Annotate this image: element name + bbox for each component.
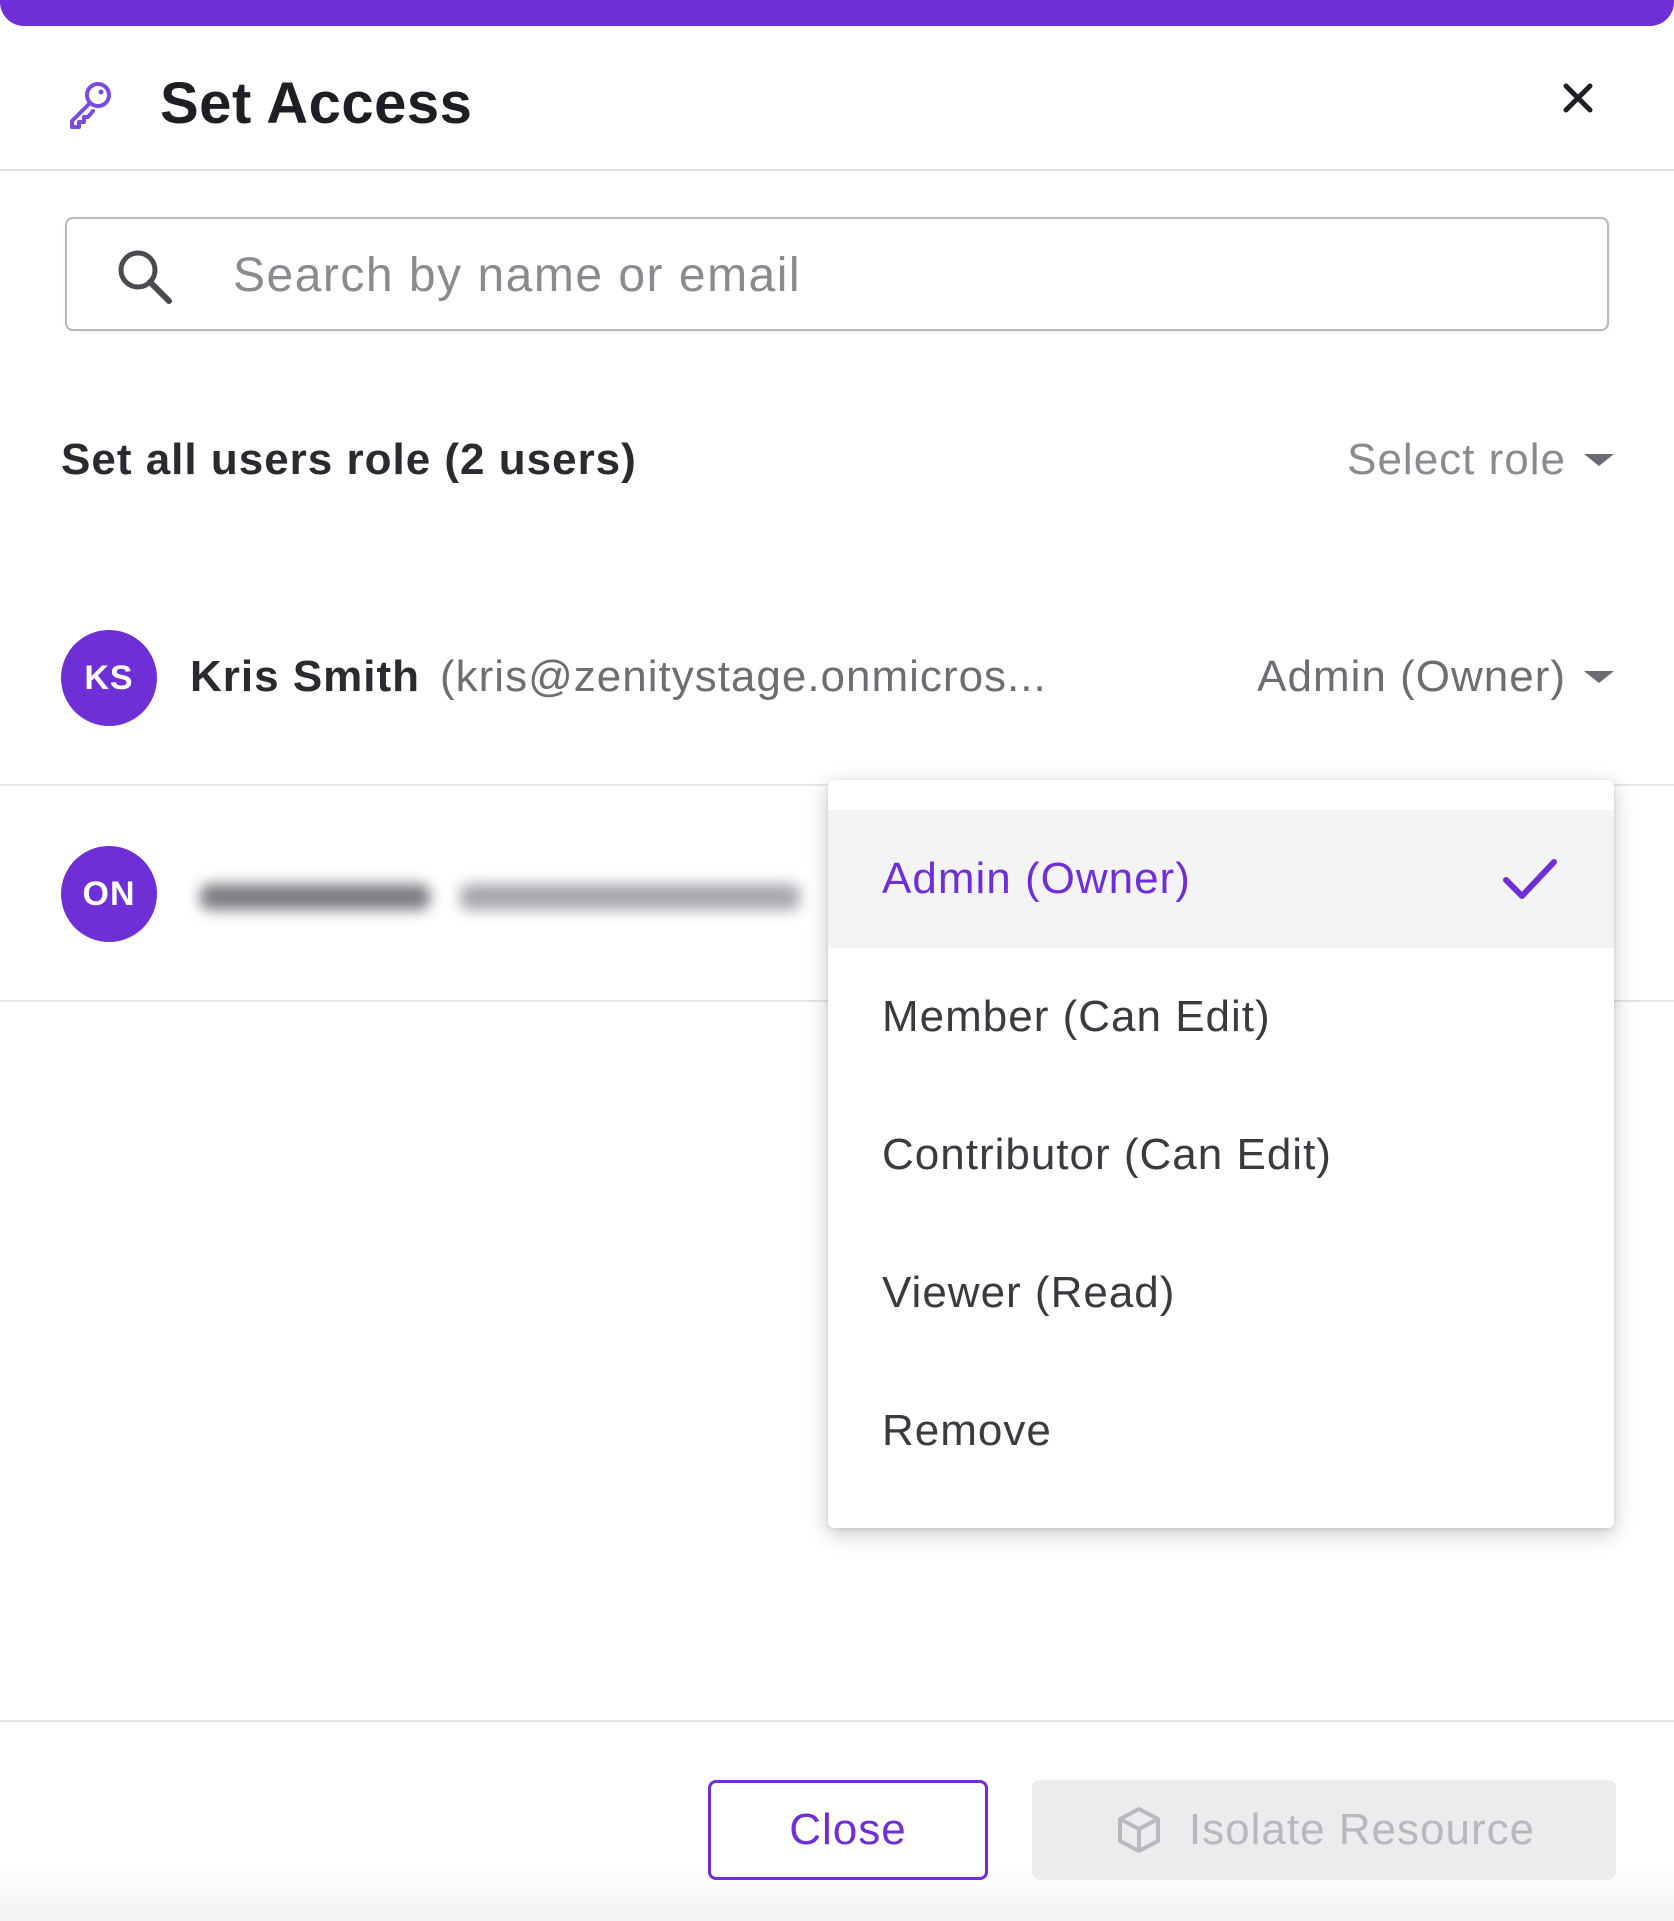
avatar: ON (61, 846, 157, 942)
role-option-label: Remove (882, 1406, 1052, 1455)
set-all-users-role-label: Set all users role (2 users) (61, 435, 637, 484)
key-icon (70, 82, 111, 129)
select-role-label: Select role (1347, 435, 1566, 484)
search-field[interactable] (65, 217, 1609, 331)
select-role-dropdown[interactable]: Select role (1347, 435, 1614, 485)
role-dropdown-menu: Admin (Owner) Member (Can Edit) Contribu… (828, 780, 1614, 1528)
cube-icon (1117, 1807, 1160, 1853)
role-option-label: Admin (Owner) (882, 854, 1191, 903)
user-name: Kris Smith (190, 652, 421, 701)
role-option-viewer-read[interactable]: Viewer (Read) (828, 1224, 1614, 1362)
isolate-resource-button[interactable]: Isolate Resource (1032, 1780, 1616, 1880)
top-accent-bar (0, 0, 1674, 26)
role-option-label: Contributor (Can Edit) (882, 1130, 1332, 1179)
dialog-title: Set Access (160, 71, 473, 136)
close-button[interactable]: Close (708, 1780, 988, 1880)
close-icon[interactable] (1556, 76, 1600, 120)
role-option-contributor-can-edit[interactable]: Contributor (Can Edit) (828, 1086, 1614, 1224)
redacted-user-details (190, 866, 810, 926)
caret-down-icon (1584, 671, 1614, 683)
search-icon (118, 250, 172, 304)
search-input[interactable] (231, 239, 1575, 311)
role-option-member-can-edit[interactable]: Member (Can Edit) (828, 948, 1614, 1086)
user-row: KS Kris Smith (kris@zenitystage.onmicros… (0, 570, 1674, 786)
dialog-header: Set Access (0, 26, 1674, 171)
user-role-label: Admin (Owner) (1257, 652, 1566, 701)
dialog-footer: Close Isolate Resource (0, 1720, 1674, 1921)
role-option-label: Viewer (Read) (882, 1268, 1176, 1317)
role-option-label: Member (Can Edit) (882, 992, 1271, 1041)
set-access-dialog: Set Access Set all users role (2 users) … (0, 0, 1674, 1921)
isolate-resource-label: Isolate Resource (1188, 1805, 1536, 1854)
role-option-remove[interactable]: Remove (828, 1362, 1614, 1500)
user-role-dropdown[interactable]: Admin (Owner) (1257, 652, 1614, 702)
role-option-admin-owner[interactable]: Admin (Owner) (828, 810, 1614, 948)
caret-down-icon (1584, 454, 1614, 466)
check-icon (1503, 859, 1557, 899)
avatar: KS (61, 630, 157, 726)
user-email: (kris@zenitystage.onmicros... (440, 652, 1047, 701)
